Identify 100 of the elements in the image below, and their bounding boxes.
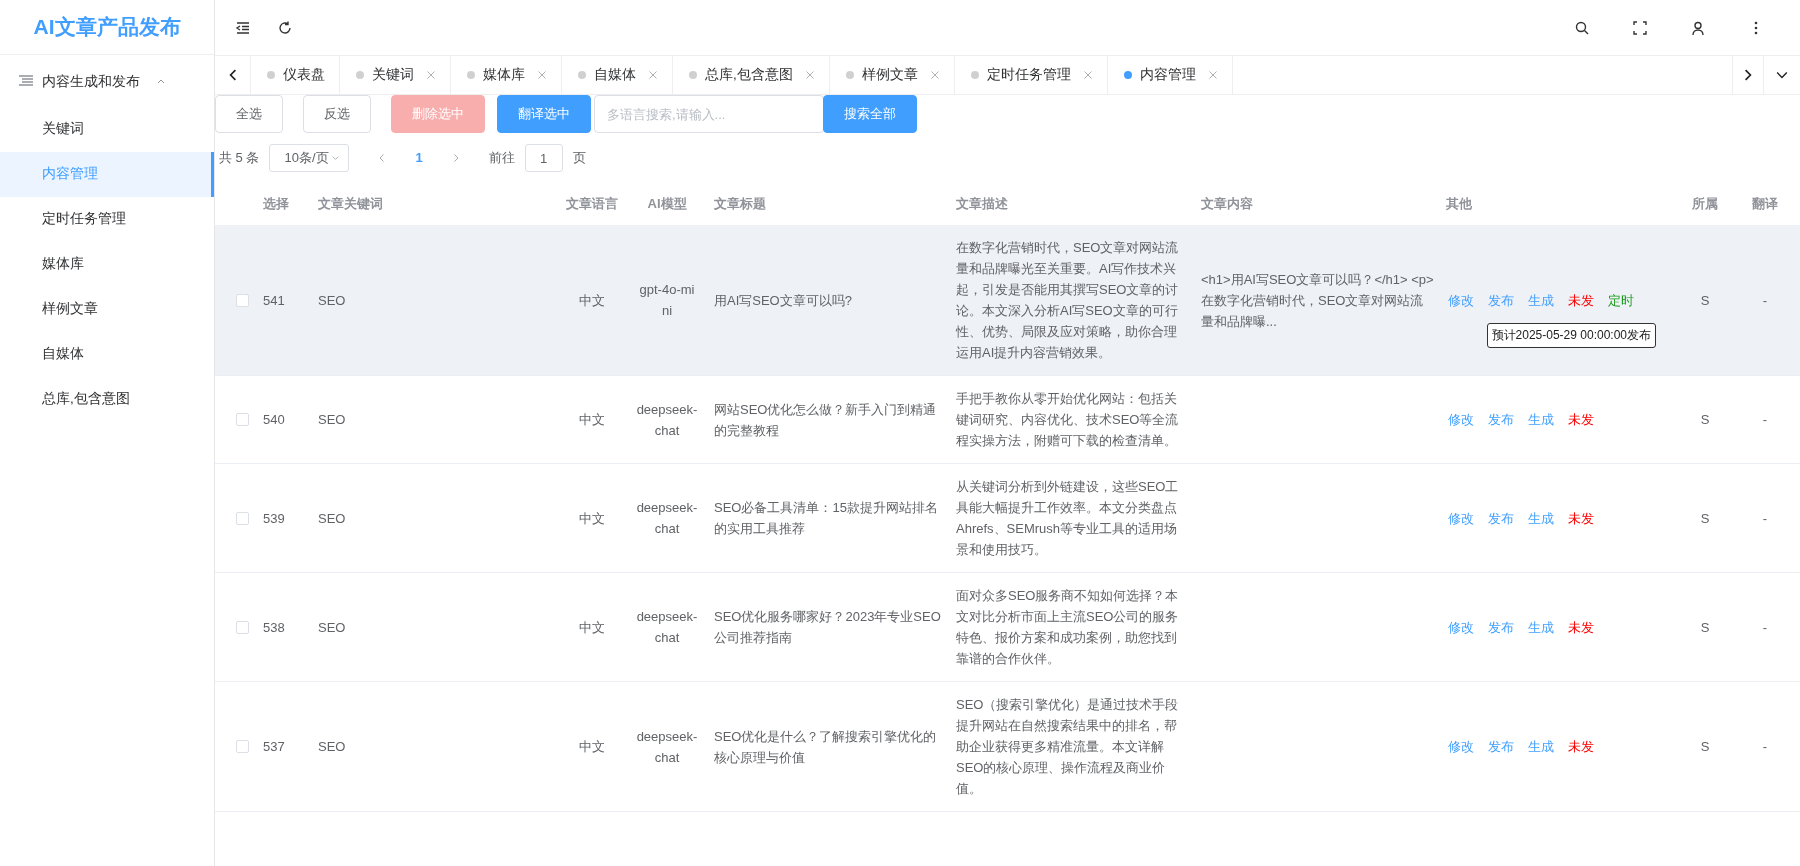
action-link[interactable]: 生成	[1528, 507, 1554, 529]
action-link[interactable]: 修改	[1448, 736, 1474, 757]
translation-cell: -	[1730, 375, 1800, 464]
description-cell: 从关键词分析到外链建设，这些SEO工具能大幅提升工作效率。本文分类盘点Ahrefs、SEMrush等专业工具的适用场景和使用技巧。	[950, 463, 1195, 573]
sidebar-item[interactable]: 定时任务管理	[0, 197, 214, 242]
page-number[interactable]: 1	[415, 148, 423, 168]
sidebar-item[interactable]: 总库,包含意图	[0, 377, 214, 422]
column-header: 文章描述	[950, 183, 1195, 225]
owner-cell: S	[1680, 681, 1730, 812]
toolbar-button[interactable]: 翻译选中	[497, 95, 591, 133]
action-link[interactable]: 发布	[1488, 616, 1514, 638]
toolbar-button[interactable]: 反选	[303, 95, 371, 133]
action-link[interactable]: 发布	[1488, 736, 1514, 757]
sidebar-item[interactable]: 样例文章	[0, 287, 214, 332]
column-header: 翻译	[1730, 183, 1800, 225]
translation-cell: -	[1730, 681, 1800, 812]
action-link[interactable]: 未发	[1568, 736, 1594, 757]
title-cell: SEO优化服务哪家好？2023年专业SEO公司推荐指南	[708, 572, 950, 682]
close-icon[interactable]	[426, 70, 436, 80]
title-cell: SEO优化是什么？了解搜索引擎优化的核心原理与价值	[708, 681, 950, 812]
search-icon[interactable]	[1574, 19, 1590, 36]
tab[interactable]: 媒体库	[451, 56, 562, 94]
content-cell: <h1>用AI写SEO文章可以吗？</h1> <p>在数字化营销时代，SEO文章对网站流量和品牌曝...	[1195, 225, 1440, 376]
owner-cell: S	[1680, 572, 1730, 682]
sidebar-item[interactable]: 媒体库	[0, 242, 214, 287]
page-size-select[interactable]: 10条/页	[269, 144, 350, 172]
action-link[interactable]: 修改	[1448, 616, 1474, 638]
action-link[interactable]: 修改	[1448, 289, 1474, 311]
checkbox[interactable]	[236, 511, 249, 525]
tab[interactable]: 样例文章	[829, 56, 955, 94]
menu-fold-icon[interactable]	[235, 19, 251, 36]
user-icon[interactable]	[1690, 19, 1706, 36]
column-header: 文章语言	[558, 183, 626, 225]
caret-icon	[331, 153, 341, 163]
tab[interactable]: 关键词	[340, 56, 451, 94]
goto-label: 前往	[488, 149, 515, 168]
title-cell: 网站SEO优化怎么做？新手入门到精通的完整教程	[708, 375, 950, 464]
model-cell: gpt-4o-mini	[626, 225, 708, 376]
chevron-down-icon[interactable]	[1776, 69, 1788, 81]
action-link[interactable]: 发布	[1488, 507, 1514, 529]
checkbox[interactable]	[236, 620, 249, 634]
checkbox[interactable]	[236, 293, 249, 307]
keyword-cell: SEO	[318, 225, 558, 376]
close-icon[interactable]	[537, 70, 547, 80]
page-suffix: 页	[572, 149, 586, 168]
owner-cell: S	[1680, 225, 1730, 376]
close-icon[interactable]	[1207, 70, 1218, 80]
sidebar-item[interactable]: 自媒体	[0, 332, 214, 377]
row-id: 537	[263, 738, 285, 756]
keyword-cell: SEO	[318, 681, 558, 812]
close-icon[interactable]	[648, 70, 658, 80]
description-cell: 面对众多SEO服务商不知如何选择？本文对比分析市面上主流SEO公司的服务特色、报价方案和成功案例，助您找到靠谱的合作伙伴。	[950, 572, 1195, 682]
page-input[interactable]: 1	[524, 144, 563, 172]
action-link[interactable]: 发布	[1488, 409, 1514, 430]
action-link[interactable]: 发布	[1488, 289, 1514, 311]
model-cell: deepseek-chat	[626, 572, 708, 682]
model-cell: deepseek-chat	[626, 375, 708, 464]
tab[interactable]: 自媒体	[562, 56, 673, 94]
close-icon[interactable]	[1082, 70, 1093, 80]
menu-group[interactable]: 内容生成和发布	[0, 55, 214, 107]
app-title: AI文章产品发布	[0, 0, 214, 55]
keyword-cell: SEO	[318, 572, 558, 682]
translation-cell: -	[1730, 225, 1800, 376]
action-link[interactable]: 修改	[1448, 507, 1474, 529]
tab[interactable]: 总库,包含意图	[673, 56, 830, 94]
description-cell: 手把手教你从零开始优化网站：包括关键词研究、内容优化、技术SEO等全流程实操方法，附赠可下载的检查清单。	[950, 375, 1195, 464]
action-link[interactable]: 定时	[1608, 289, 1634, 311]
row-id: 539	[263, 509, 285, 528]
action-link[interactable]: 未发	[1568, 507, 1594, 529]
chevron-right-icon[interactable]	[1742, 69, 1754, 81]
action-link[interactable]: 未发	[1568, 289, 1594, 311]
tab[interactable]: 定时任务管理	[954, 56, 1108, 94]
action-link[interactable]: 生成	[1528, 736, 1554, 757]
checkbox[interactable]	[236, 413, 249, 426]
tooltip: 预计2025-05-29 00:00:00发布	[1486, 322, 1656, 348]
tab[interactable]: 仪表盘	[251, 56, 340, 94]
sidebar-item[interactable]: 关键词	[0, 107, 214, 152]
action-link[interactable]: 生成	[1528, 409, 1554, 430]
column-header: 所属	[1680, 183, 1730, 225]
refresh-icon[interactable]	[277, 19, 293, 36]
checkbox[interactable]	[236, 740, 249, 753]
tab[interactable]: 内容管理	[1107, 56, 1233, 94]
action-link[interactable]: 生成	[1528, 289, 1554, 311]
list-icon	[18, 73, 34, 89]
title-cell: SEO必备工具清单：15款提升网站排名的实用工具推荐	[708, 463, 950, 573]
language-cell: 中文	[558, 572, 626, 682]
fullscreen-icon[interactable]	[1632, 19, 1648, 36]
toolbar-button[interactable]: 全选	[215, 95, 283, 133]
action-link[interactable]: 修改	[1448, 409, 1474, 430]
action-link[interactable]: 未发	[1568, 616, 1594, 638]
action-link[interactable]: 未发	[1568, 409, 1594, 430]
total-count: 共 5 条	[219, 149, 260, 168]
close-icon[interactable]	[929, 70, 940, 80]
description-cell: 在数字化营销时代，SEO文章对网站流量和品牌曝光至关重要。AI写作技术兴起，引发是否能用其撰写SEO文章的讨论。本文深入分析AI写SEO文章的可行性、优势、局限及应对策略，助你合理运用AI提升内容营销效果。	[950, 225, 1195, 376]
sidebar-item[interactable]: 内容管理	[0, 152, 214, 197]
search-field[interactable]: 多语言搜索,请输入...	[594, 95, 824, 133]
action-link[interactable]: 生成	[1528, 616, 1554, 638]
close-icon[interactable]	[804, 70, 815, 80]
search-button[interactable]: 搜索全部	[823, 95, 917, 133]
description-cell: SEO（搜索引擎优化）是通过技术手段提升网站在自然搜索结果中的排名，帮助企业获得更多精准流量。本文详解SEO的核心原理、操作流程及商业价值。	[950, 681, 1195, 812]
